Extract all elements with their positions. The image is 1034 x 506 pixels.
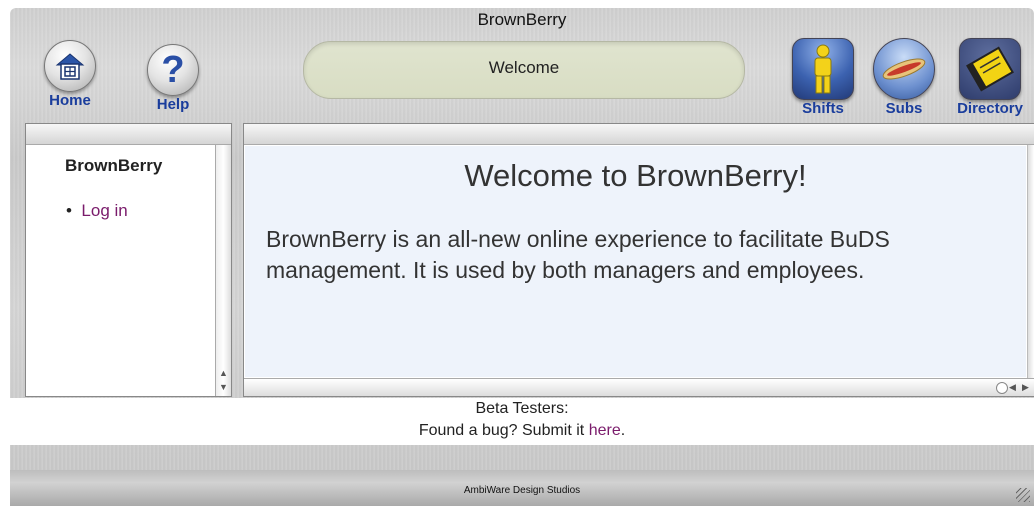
scroll-down-arrow-icon[interactable]: ▼ xyxy=(216,380,231,394)
page-description: BrownBerry is an all-new online experien… xyxy=(266,226,890,283)
directory-button[interactable]: Directory xyxy=(950,38,1030,117)
shifts-label: Shifts xyxy=(802,100,844,117)
home-label: Home xyxy=(49,92,91,109)
person-icon xyxy=(792,38,854,100)
sandwich-icon xyxy=(873,38,935,100)
bullet-icon: • xyxy=(66,201,82,220)
welcome-banner: Welcome xyxy=(303,41,745,99)
footer-line-1: Beta Testers: xyxy=(475,400,569,417)
credit-text: AmbiWare Design Studios xyxy=(463,485,581,496)
main-panel: Welcome to BrownBerry! BrownBerry is an … xyxy=(243,123,1034,397)
beta-footer: Beta Testers: Found a bug? Submit it her… xyxy=(10,398,1034,445)
login-link[interactable]: Log in xyxy=(81,201,127,220)
home-button[interactable]: Home xyxy=(40,40,100,109)
bug-report-link[interactable]: here xyxy=(589,422,621,439)
page-title: Welcome to BrownBerry! xyxy=(464,158,807,193)
main-vertical-scrollbar[interactable] xyxy=(1027,145,1034,378)
help-icon: ? xyxy=(147,44,199,96)
sidebar-header-bar xyxy=(26,124,231,145)
footer-line-2: Found a bug? Submit it here. xyxy=(10,422,1034,440)
status-bar: AmbiWare Design Studios xyxy=(10,470,1034,506)
help-button[interactable]: ? Help xyxy=(143,44,203,113)
help-label: Help xyxy=(156,96,190,113)
main-header-bar xyxy=(244,124,1034,145)
subs-button[interactable]: Subs xyxy=(872,38,936,117)
sidebar-item-login: • Log in xyxy=(66,201,128,221)
home-icon xyxy=(44,40,96,92)
footer-prefix: Found a bug? Submit it xyxy=(418,422,589,439)
sidebar-panel: BrownBerry • Log in ▲ ▼ xyxy=(25,123,232,397)
main-horizontal-scrollbar[interactable]: ◀ ▶ xyxy=(244,378,1034,396)
resize-grip-icon[interactable] xyxy=(1016,488,1030,502)
sidebar-content: BrownBerry • Log in xyxy=(40,146,213,340)
sidebar-title: BrownBerry xyxy=(65,156,163,175)
directory-label: Directory xyxy=(957,100,1023,117)
scroll-right-arrow-icon[interactable]: ▶ xyxy=(1018,380,1033,394)
scroll-up-arrow-icon[interactable]: ▲ xyxy=(216,366,231,380)
footer-suffix: . xyxy=(620,422,626,439)
main-content: Welcome to BrownBerry! BrownBerry is an … xyxy=(245,146,1026,377)
sidebar-vertical-scrollbar[interactable]: ▲ ▼ xyxy=(215,145,231,396)
subs-label: Subs xyxy=(885,100,923,117)
window-title: BrownBerry xyxy=(477,10,567,29)
shifts-button[interactable]: Shifts xyxy=(791,38,855,117)
phone-book-icon xyxy=(959,38,1021,100)
welcome-label: Welcome xyxy=(488,58,560,77)
